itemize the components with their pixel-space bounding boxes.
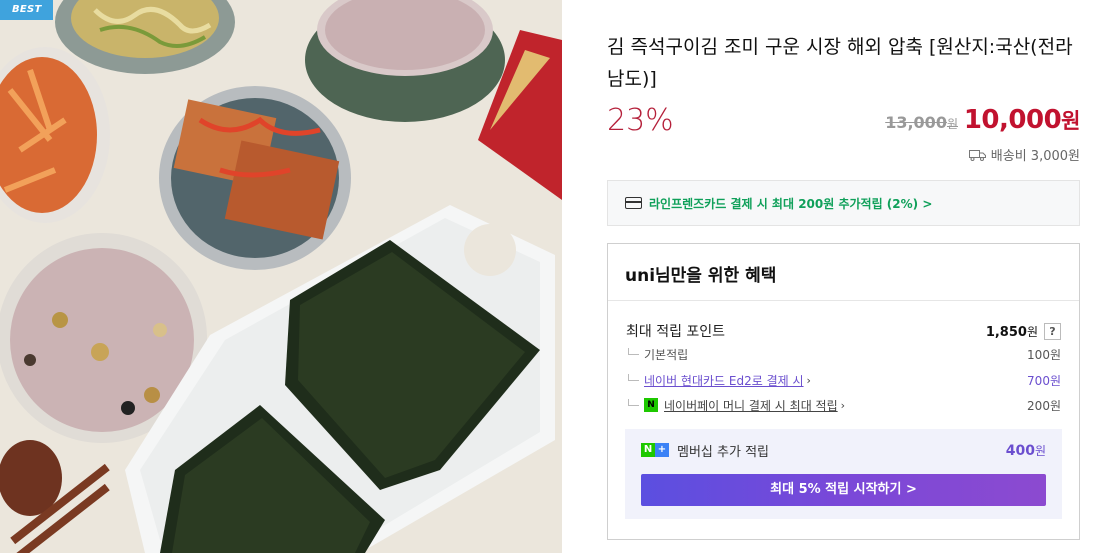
chevron-right-icon: › (806, 373, 811, 387)
membership-unit: 원 (1034, 443, 1046, 458)
membership-row: N + 멤버십 추가 적립 400원 (641, 441, 1046, 460)
tree-connector (628, 398, 639, 406)
max-points-label: 최대 적립 포인트 (626, 324, 726, 340)
sale-price: 10,000원 (963, 105, 1081, 135)
npay-money-value: 200원 (1027, 398, 1061, 413)
tree-connector (628, 347, 639, 355)
sale-price-value: 10,000 (963, 105, 1062, 135)
shipping-fee: 배송비 3,000원 (990, 149, 1080, 164)
max-points-value: 1,850원 (986, 323, 1038, 340)
sale-price-unit: 원 (1061, 109, 1080, 133)
membership-label: 멤버십 추가 적립 (677, 444, 769, 460)
benefit-title: uni님만을 위한 혜택 (608, 244, 1079, 301)
membership-number: 400 (1005, 442, 1035, 459)
hyundai-card-row: 네이버 현대카드 Ed2로 결제 시 › 700원 (628, 371, 1061, 389)
npay-money-row: N 네이버페이 머니 결제 시 최대 적립 › 200원 (628, 396, 1061, 414)
discount-rate: 23% (607, 103, 674, 138)
tree-connector (628, 373, 639, 381)
original-price: 13,000원 (885, 113, 958, 132)
basic-points-value: 100원 (1027, 347, 1061, 362)
best-badge: BEST (0, 0, 53, 20)
original-price-unit: 원 (946, 117, 958, 131)
product-title: 김 즉석구이김 조미 구운 시장 해외 압축 [원산지:국산(전라남도)] (607, 36, 1073, 90)
npay-money-link[interactable]: 네이버페이 머니 결제 시 최대 적립 (664, 397, 838, 414)
naver-pay-icon: N (644, 398, 658, 412)
help-button[interactable]: ? (1044, 322, 1061, 340)
product-photo-illustration (0, 0, 562, 553)
basic-points-label: 기본적립 (644, 347, 689, 362)
chevron-right-icon: › (840, 398, 846, 412)
benefit-box: uni님만을 위한 혜택 최대 적립 포인트 1,850원 ? 기본적립 100… (607, 243, 1080, 540)
truck-icon (968, 149, 986, 161)
plus-glyph: + (655, 443, 669, 457)
max-points-row: 최대 적립 포인트 1,850원 ? (626, 321, 1061, 341)
naver-plus-icon: N + (641, 443, 669, 457)
max-points-unit: 원 (1026, 324, 1038, 339)
shipping-info: 배송비 3,000원 (968, 145, 1080, 164)
basic-points-row: 기본적립 100원 (628, 345, 1061, 363)
hyundai-card-value: 700원 (1027, 373, 1061, 388)
hyundai-card-link[interactable]: 네이버 현대카드 Ed2로 결제 시 (644, 372, 804, 389)
card-promo-link[interactable]: 라인프렌즈카드 결제 시 최대 200원 추가적립 (2%) > (607, 180, 1080, 226)
membership-box: N + 멤버십 추가 적립 400원 최대 5% 적립 시작하기 > (625, 429, 1062, 519)
max-points-number: 1,850 (985, 324, 1027, 340)
membership-value: 400원 (1006, 442, 1046, 459)
membership-start-button[interactable]: 최대 5% 적립 시작하기 > (641, 474, 1046, 506)
original-price-value: 13,000 (885, 113, 947, 132)
product-photo: BEST (0, 0, 562, 553)
credit-card-icon (625, 197, 642, 209)
card-promo-text: 라인프렌즈카드 결제 시 최대 200원 추가적립 (2%) > (649, 196, 933, 211)
naver-n-glyph: N (641, 443, 655, 457)
